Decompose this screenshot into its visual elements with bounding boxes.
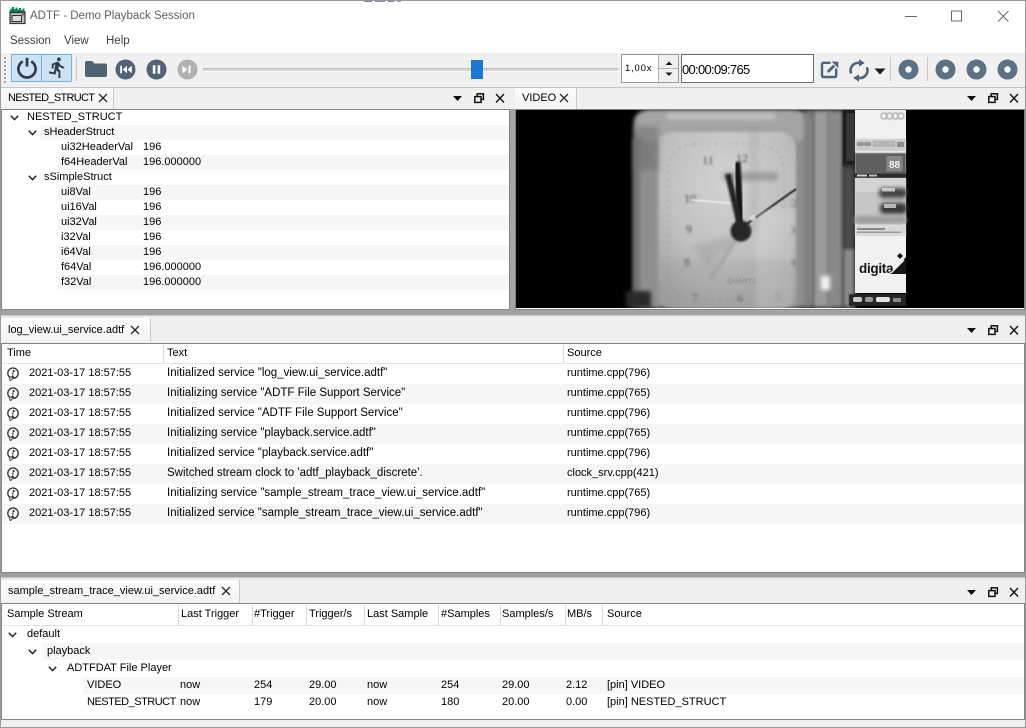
svg-text:digita: digita <box>859 261 894 276</box>
svg-text:11: 11 <box>702 153 714 167</box>
svg-text:9: 9 <box>686 222 692 236</box>
svg-text:88: 88 <box>889 160 901 171</box>
svg-text:10: 10 <box>684 191 696 205</box>
svg-text:2: 2 <box>791 196 797 210</box>
